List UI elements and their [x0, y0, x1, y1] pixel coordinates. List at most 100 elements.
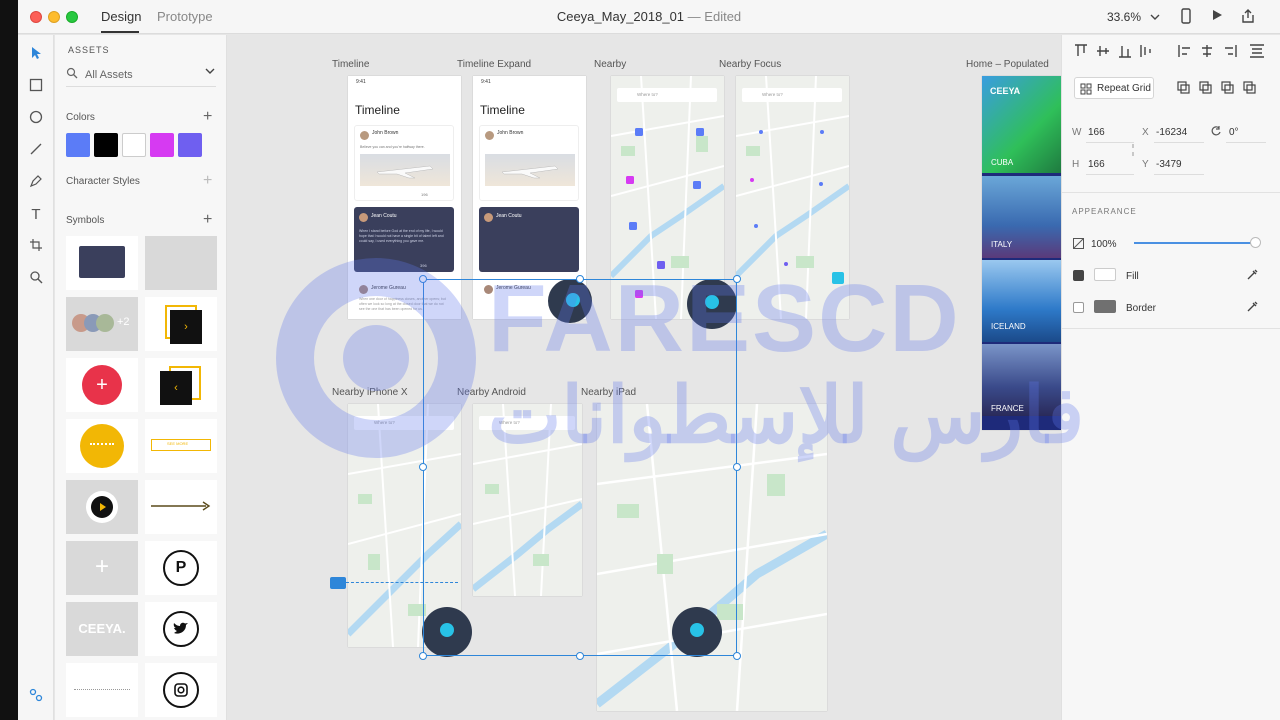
- twitter-icon[interactable]: [145, 602, 217, 656]
- map-search-placeholder: Where to?: [762, 92, 783, 97]
- symbol-add-placeholder[interactable]: +: [66, 541, 138, 595]
- symbol-next-button[interactable]: ›: [145, 297, 217, 351]
- assets-panel: ASSETS All Assets Colors + Character Sty…: [55, 35, 227, 720]
- symbol-prev-button[interactable]: ‹: [145, 358, 217, 412]
- status-time: 9:41: [481, 79, 491, 85]
- line-tool-icon[interactable]: [26, 141, 46, 161]
- timeline-title: Timeline: [355, 103, 400, 117]
- select-tool-icon[interactable]: [26, 45, 46, 65]
- x-label: X: [1142, 127, 1149, 138]
- artboard-label-nearby-focus[interactable]: Nearby Focus: [719, 59, 781, 70]
- resize-handle[interactable]: [733, 463, 741, 471]
- color-swatch[interactable]: [150, 133, 174, 157]
- resize-handle[interactable]: [419, 652, 427, 660]
- symbol-outline-button[interactable]: SEE MORE: [145, 419, 217, 473]
- add-symbol-icon[interactable]: +: [203, 212, 212, 228]
- artboard-label-nearby[interactable]: Nearby: [594, 59, 626, 70]
- inspector-divider: [1062, 328, 1280, 329]
- device-preview-icon[interactable]: [1177, 8, 1195, 26]
- timeline-post-card[interactable]: John Brown Believe you can and you're ha…: [354, 125, 454, 201]
- post-author: John Brown: [497, 130, 524, 136]
- eyedropper-icon[interactable]: [1246, 268, 1259, 281]
- resize-handle[interactable]: [419, 463, 427, 471]
- symbol-ceeya-logo[interactable]: CEEYA.: [66, 602, 138, 656]
- y-label: Y: [1142, 159, 1149, 170]
- avatar: [485, 131, 494, 140]
- boolean-ops-icon[interactable]: [1177, 81, 1265, 95]
- zoom-tool-icon[interactable]: [26, 269, 46, 289]
- resize-handle[interactable]: [576, 275, 584, 283]
- app-window: Design Prototype Ceeya_May_2018_01 — Edi…: [18, 0, 1280, 720]
- document-status: Edited: [704, 9, 742, 24]
- outline-button-label: SEE MORE: [167, 441, 189, 446]
- assets-filter[interactable]: All Assets: [66, 65, 216, 87]
- city-name: FRANCE: [991, 404, 1024, 413]
- repeat-grid-label: Repeat Grid: [1097, 83, 1151, 94]
- document-name: Ceeya_May_2018_01: [556, 9, 685, 24]
- layers-icon[interactable]: [26, 687, 46, 707]
- height-label: H: [1072, 159, 1080, 170]
- play-icon[interactable]: [1208, 8, 1226, 26]
- resize-handle[interactable]: [576, 652, 584, 660]
- share-icon[interactable]: [1239, 8, 1257, 26]
- add-character-style-icon[interactable]: +: [203, 173, 212, 189]
- add-color-icon[interactable]: +: [203, 109, 212, 125]
- layout-guide-marker[interactable]: [330, 577, 346, 589]
- opacity-value[interactable]: 100%: [1091, 239, 1117, 250]
- layout-guide-line: [346, 582, 458, 583]
- symbol-arrow-line[interactable]: [145, 480, 217, 534]
- chevron-down-icon[interactable]: [204, 65, 216, 80]
- artboard-home-populated[interactable]: CEEYA CUBA ITALY ICELAND FRANCE: [982, 76, 1061, 430]
- instagram-icon[interactable]: [145, 663, 217, 717]
- color-swatch[interactable]: [178, 133, 202, 157]
- fill-checkbox[interactable]: [1073, 270, 1084, 281]
- ellipse-tool-icon[interactable]: [26, 109, 46, 129]
- artboard-label-timeline-expand[interactable]: Timeline Expand: [457, 59, 531, 70]
- artboard-tool-icon[interactable]: [26, 237, 46, 257]
- border-color-well[interactable]: [1094, 300, 1116, 313]
- symbol-small-text[interactable]: [66, 663, 138, 717]
- symbol-play-button[interactable]: [66, 480, 138, 534]
- map-search-placeholder: Where to?: [637, 92, 658, 97]
- text-tool-icon[interactable]: T: [26, 205, 46, 225]
- symbol-yellow-fab[interactable]: [66, 419, 138, 473]
- fill-label: Fill: [1126, 271, 1139, 282]
- x-value: -16234: [1156, 127, 1188, 138]
- timeline-post-card-dark[interactable]: Jean Coutu: [479, 207, 579, 272]
- width-label: W: [1072, 127, 1082, 138]
- appearance-header: APPEARANCE: [1072, 207, 1137, 216]
- symbol-add-fab[interactable]: +: [66, 358, 138, 412]
- symbol-card-preview[interactable]: [66, 236, 138, 290]
- fill-color-well[interactable]: [1094, 268, 1116, 281]
- pen-tool-icon[interactable]: [26, 173, 46, 193]
- home-brand: CEEYA: [990, 86, 1021, 96]
- status-time: 9:41: [356, 79, 366, 85]
- chevron-down-icon[interactable]: [1146, 8, 1164, 26]
- artboard-nearby-focus[interactable]: Where to?: [736, 76, 849, 319]
- opacity-slider-track[interactable]: [1134, 242, 1258, 244]
- opacity-slider-knob[interactable]: [1250, 237, 1261, 248]
- ceeya-logo-text: CEEYA.: [78, 621, 126, 636]
- eyedropper-icon[interactable]: [1246, 300, 1259, 313]
- color-swatch[interactable]: [94, 133, 118, 157]
- rectangle-tool-icon[interactable]: [26, 77, 46, 97]
- artboard-label-home-populated[interactable]: Home – Populated: [966, 59, 1049, 70]
- timeline-post-card[interactable]: John Brown: [479, 125, 579, 201]
- watermark-logo-center: [343, 325, 409, 391]
- pinterest-icon[interactable]: P: [145, 541, 217, 595]
- color-swatch[interactable]: [66, 133, 90, 157]
- repeat-grid-button[interactable]: Repeat Grid: [1074, 77, 1154, 99]
- resize-handle[interactable]: [733, 275, 741, 283]
- title-bar: Design Prototype Ceeya_May_2018_01 — Edi…: [18, 0, 1280, 34]
- y-value: -3479: [1156, 159, 1182, 170]
- align-tools-icon[interactable]: [1074, 44, 1266, 58]
- zoom-level[interactable]: 33.6%: [1107, 10, 1141, 24]
- border-checkbox[interactable]: [1073, 302, 1084, 313]
- symbol-placeholder[interactable]: [145, 236, 217, 290]
- artboard-label-timeline[interactable]: Timeline: [332, 59, 369, 70]
- post-text: When I stand before God at the end of my…: [359, 229, 444, 243]
- resize-handle[interactable]: [733, 652, 741, 660]
- color-swatch[interactable]: [122, 133, 146, 157]
- width-value: 166: [1088, 127, 1105, 138]
- symbol-avatars[interactable]: +2: [66, 297, 138, 351]
